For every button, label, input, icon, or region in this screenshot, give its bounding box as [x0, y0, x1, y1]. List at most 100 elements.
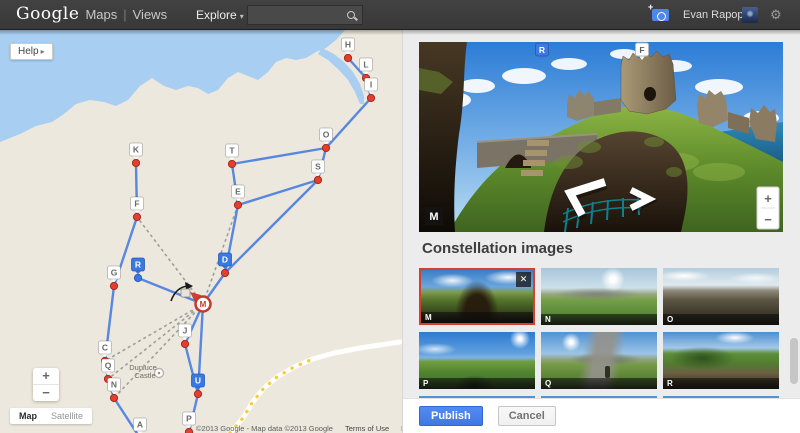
node-letter: A — [137, 420, 143, 430]
node-dot — [343, 53, 353, 63]
node-shield-pointer — [102, 354, 108, 358]
thumbnail-o[interactable]: O — [663, 268, 779, 325]
map-node-P[interactable]: P — [182, 411, 196, 433]
map-node-S[interactable]: S — [311, 159, 325, 185]
thumbnail-m[interactable]: M ✕ — [419, 268, 535, 325]
node-dot — [109, 281, 119, 291]
map-node-H[interactable]: H — [341, 37, 355, 63]
map-node-K[interactable]: K — [129, 142, 143, 168]
svg-text:F: F — [639, 45, 644, 55]
node-shield-pointer — [363, 71, 369, 75]
node-shield-pointer — [133, 156, 139, 160]
help-label: Help — [18, 46, 39, 57]
action-bar: Publish Cancel — [403, 398, 800, 433]
pano-current-label: M — [425, 207, 443, 225]
add-photosphere-button[interactable] — [652, 9, 669, 21]
rotation-handle[interactable] — [180, 288, 191, 298]
thumbnail-label: R — [663, 378, 779, 389]
node-letter: T — [229, 146, 235, 156]
node-letter: P — [186, 414, 192, 424]
thumbnail-r[interactable]: R — [663, 332, 779, 389]
node-dot — [321, 143, 331, 153]
logo-google: Google — [16, 4, 80, 24]
node-letter: E — [235, 187, 241, 197]
node-shield-pointer — [345, 51, 351, 55]
map-zoom-control: + − — [33, 368, 59, 401]
svg-text:R: R — [539, 45, 545, 55]
node-letter: U — [195, 376, 201, 386]
terms-of-use-link[interactable]: Terms of Use — [345, 424, 389, 433]
top-bar: Google Maps | Views Explore ▾ + Evan Rapo… — [0, 0, 800, 30]
map-panel[interactable]: Dunluce Castle H L I K O T S E F R D G M J C Q U N P A Help ▸ … — [0, 30, 465, 433]
gear-icon[interactable]: ⚙ — [770, 7, 782, 23]
thumbnail-n[interactable]: N — [541, 268, 657, 325]
map-node-I[interactable]: I — [364, 77, 378, 103]
search-icon — [347, 11, 355, 19]
app-window: Google Maps | Views Explore ▾ + Evan Rapo… — [0, 0, 800, 433]
search-box — [247, 5, 363, 25]
map-node-R[interactable]: R — [131, 257, 145, 283]
node-letter: Q — [105, 361, 112, 371]
node-shield-pointer — [323, 141, 329, 145]
editor-panel: M + − R F Constellation images M ✕ N O P Q R — [402, 30, 800, 433]
selected-node-letter: M — [200, 300, 207, 309]
thumbnail-label: Q — [541, 378, 657, 389]
poi-dunluce-castle: DunluceCastle — [129, 363, 165, 380]
map-type-satellite-button[interactable]: Satellite — [44, 411, 90, 421]
poi-dot — [157, 371, 161, 375]
node-letter: F — [134, 199, 139, 209]
cancel-button[interactable]: Cancel — [497, 406, 556, 426]
google-maps-views-logo[interactable]: Google Maps | Views — [16, 4, 167, 24]
pano-zoom-out[interactable]: − — [764, 212, 772, 227]
node-dot — [313, 175, 323, 185]
search-button[interactable] — [340, 6, 362, 24]
node-letter: D — [222, 255, 228, 265]
help-button[interactable]: Help ▸ — [10, 43, 53, 60]
node-letter: R — [135, 260, 141, 270]
node-dot — [133, 273, 143, 283]
map-type-map-button[interactable]: Map — [12, 411, 44, 421]
thumbnail-label: M — [421, 312, 533, 323]
close-icon[interactable]: ✕ — [516, 272, 531, 287]
thumbnail-label: P — [419, 378, 535, 389]
node-dot — [366, 93, 376, 103]
node-letter: H — [345, 40, 351, 50]
map-node-M[interactable]: M — [190, 292, 212, 313]
explore-menu[interactable]: Explore ▾ — [196, 8, 244, 22]
constellation-images-heading: Constellation images — [422, 240, 573, 257]
map-node-A[interactable]: A — [133, 417, 147, 433]
publish-button[interactable]: Publish — [419, 406, 483, 426]
map-node-D[interactable]: D — [218, 252, 232, 278]
dashed-edge-M-N — [113, 303, 204, 399]
attribution-copyright: ©2013 Google - Map data ©2013 Google — [196, 424, 333, 433]
explore-label: Explore — [196, 8, 237, 22]
map-node-E[interactable]: E — [231, 184, 245, 210]
map-type-control: Map Satellite — [10, 408, 93, 424]
svg-text:M: M — [429, 211, 438, 223]
map-node-U[interactable]: U — [191, 373, 205, 399]
map-node-N[interactable]: N — [107, 377, 121, 403]
constellation-map[interactable]: DunluceCastle H LI K O T S E F R D G M J CQ U N P A — [0, 30, 402, 433]
help-arrow-icon: ▸ — [40, 47, 45, 56]
node-letter: I — [370, 80, 372, 90]
map-zoom-in-button[interactable]: + — [33, 368, 59, 384]
pano-zoom-in[interactable]: + — [764, 191, 772, 206]
thumbnail-label: O — [663, 314, 779, 325]
logo-maps: Maps — [85, 7, 118, 22]
node-letter: G — [111, 268, 118, 278]
map-node-G[interactable]: G — [107, 265, 121, 291]
search-input[interactable] — [248, 6, 340, 24]
map-water-inlet — [318, 48, 364, 104]
map-node-F[interactable]: F — [130, 196, 144, 222]
avatar[interactable] — [742, 7, 758, 23]
node-dot — [227, 159, 237, 169]
thumbnail-p[interactable]: P — [419, 332, 535, 389]
pano-zoom-control: + − — [756, 186, 780, 230]
node-dot — [184, 427, 194, 433]
map-zoom-out-button[interactable]: − — [33, 385, 59, 401]
map-node-J[interactable]: J — [178, 323, 192, 349]
scrollbar-thumb[interactable] — [790, 338, 798, 384]
panorama-viewer[interactable]: M + − R F — [419, 42, 783, 232]
logo-views: Views — [132, 7, 168, 22]
thumbnail-q[interactable]: Q — [541, 332, 657, 389]
